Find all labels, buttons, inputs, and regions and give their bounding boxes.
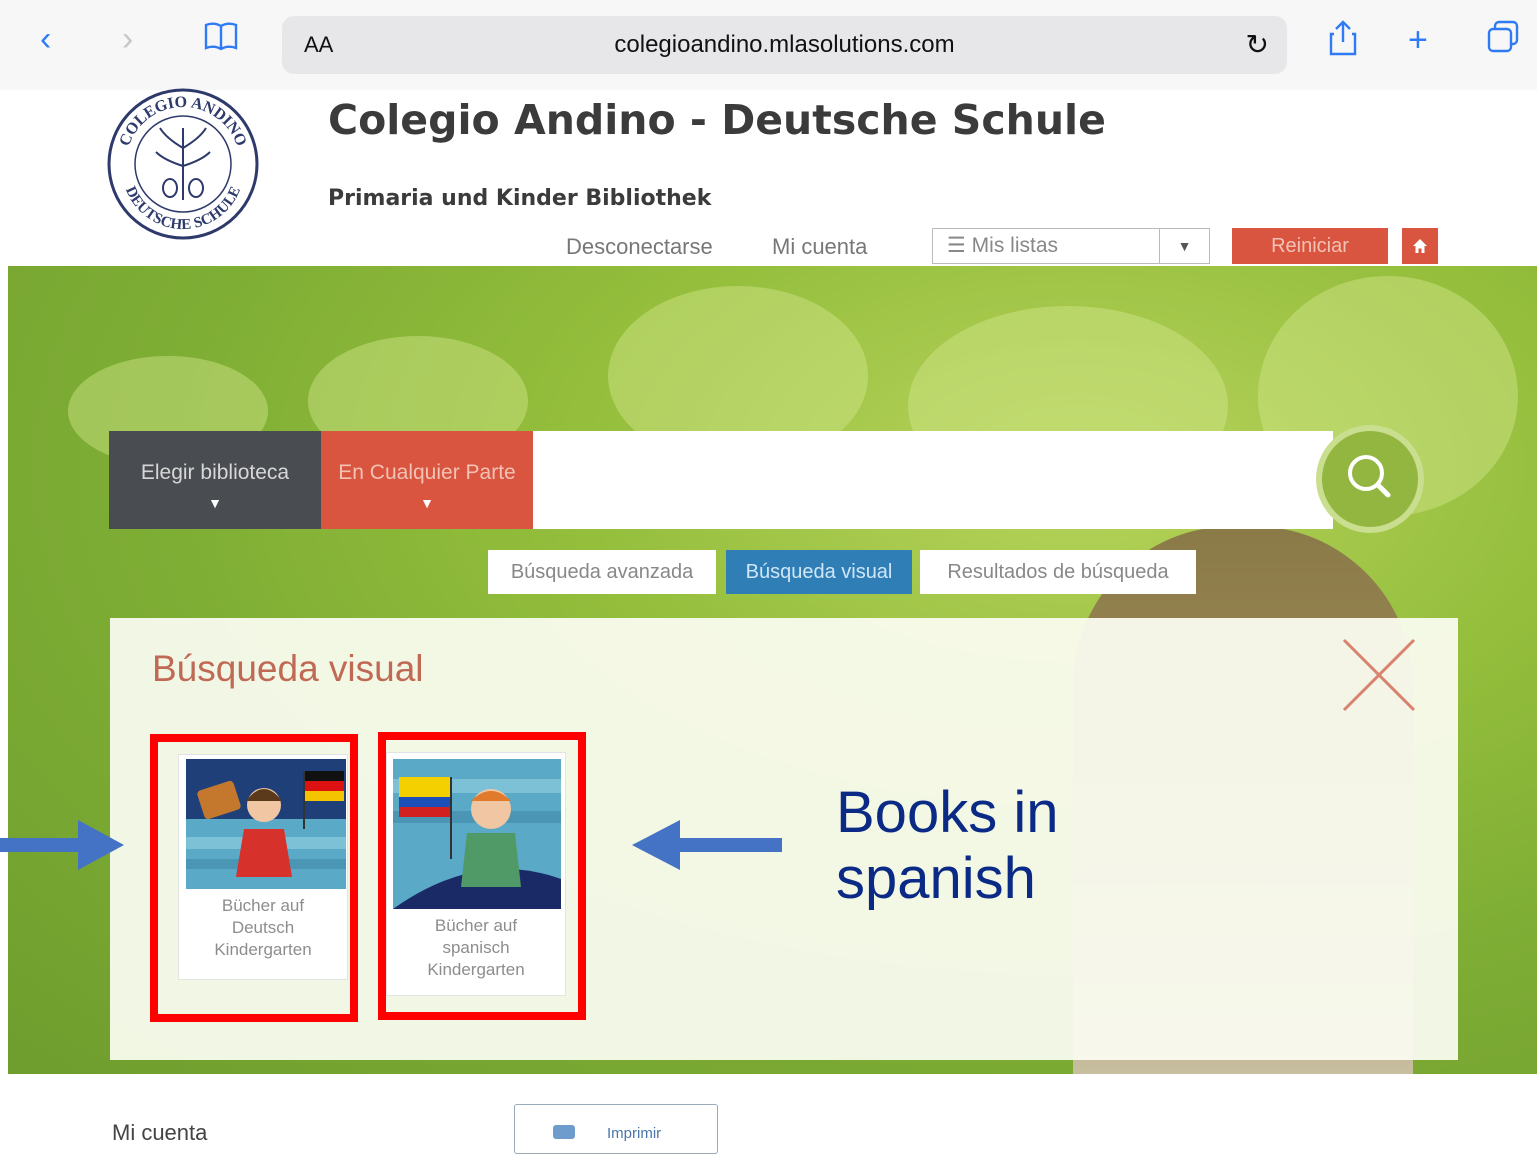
logout-link[interactable]: Desconectarse <box>566 234 713 260</box>
bookmarks-icon[interactable] <box>204 20 238 60</box>
highlight-box <box>150 734 358 1022</box>
back-icon[interactable]: ‹ <box>40 22 51 56</box>
printer-icon <box>553 1125 575 1139</box>
search-input[interactable] <box>533 431 1333 529</box>
close-icon[interactable] <box>1340 636 1418 714</box>
arrow-left-icon <box>632 820 782 870</box>
location-select[interactable]: En Cualquier Parte ▼ <box>321 431 533 529</box>
reset-button[interactable]: Reiniciar <box>1232 228 1388 264</box>
caret-down-icon: ▼ <box>208 495 222 511</box>
site-title: Colegio Andino - Deutsche Schule <box>328 96 1106 144</box>
library-select[interactable]: Elegir biblioteca ▼ <box>109 431 321 529</box>
tab-visual-search[interactable]: Búsqueda visual <box>726 550 912 594</box>
search-icon <box>1348 455 1391 498</box>
location-select-label: En Cualquier Parte <box>338 461 516 484</box>
library-select-label: Elegir biblioteca <box>140 461 290 484</box>
tabs-overview-icon[interactable] <box>1486 20 1520 63</box>
account-link[interactable]: Mi cuenta <box>772 234 867 260</box>
annotation-text: Books in spanish <box>836 780 1059 911</box>
forward-icon[interactable]: › <box>122 22 133 56</box>
school-logo[interactable]: COLEGIO ANDINO DEUTSCHE SCHULE <box>104 88 262 240</box>
url-text[interactable]: colegioandino.mlasolutions.com <box>282 31 1287 59</box>
caret-down-icon: ▼ <box>420 495 434 511</box>
share-icon[interactable] <box>1328 20 1358 65</box>
print-button[interactable]: Imprimir <box>514 1104 718 1154</box>
search-button[interactable] <box>1316 425 1424 533</box>
footer-account-link[interactable]: Mi cuenta <box>112 1120 207 1146</box>
address-bar[interactable]: AA colegioandino.mlasolutions.com ↻ <box>282 16 1287 74</box>
site-subtitle: Primaria und Kinder Bibliothek <box>328 186 712 211</box>
reload-icon[interactable]: ↻ <box>1246 28 1269 61</box>
chevron-down-icon[interactable]: ▼ <box>1159 229 1209 263</box>
tab-search-results[interactable]: Resultados de búsqueda <box>920 550 1196 594</box>
new-tab-icon[interactable]: + <box>1408 20 1428 60</box>
highlight-box <box>378 732 586 1020</box>
my-lists-dropdown[interactable]: ☰ Mis listas ▼ <box>932 228 1210 264</box>
tab-advanced-search[interactable]: Búsqueda avanzada <box>488 550 716 594</box>
list-icon: ☰ <box>947 234 966 257</box>
browser-toolbar: ‹ › AA colegioandino.mlasolutions.com ↻ … <box>0 0 1537 90</box>
panel-title: Búsqueda visual <box>152 648 424 689</box>
arrow-right-icon <box>0 820 124 870</box>
home-icon[interactable] <box>1402 228 1438 264</box>
my-lists-label: Mis listas <box>971 234 1059 257</box>
print-label: Imprimir <box>607 1125 662 1142</box>
